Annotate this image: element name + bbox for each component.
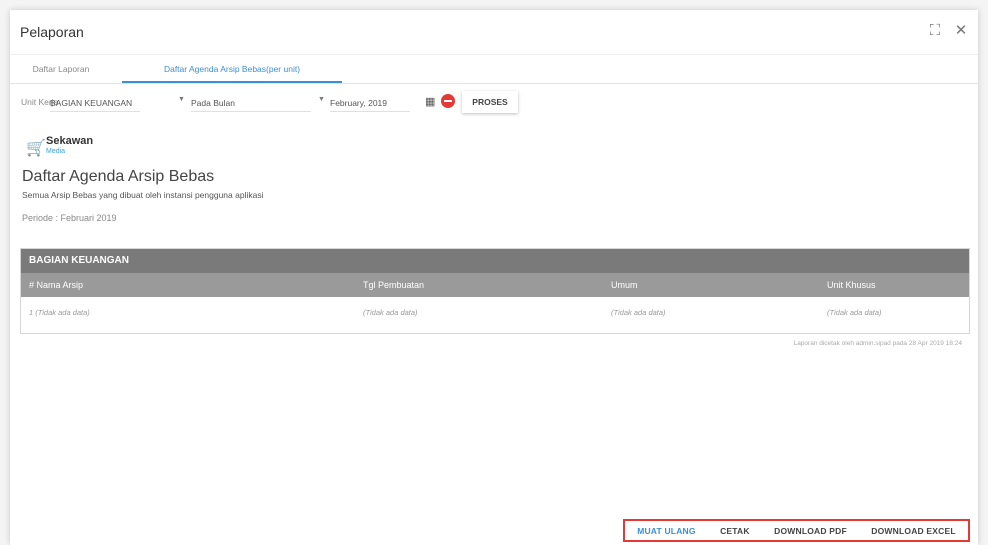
- logo-mark-icon: 🛒: [26, 140, 46, 157]
- dialog-title: Pelaporan: [20, 24, 84, 40]
- periode-type-value: Pada Bulan: [191, 98, 235, 108]
- close-icon[interactable]: ✕: [952, 22, 970, 40]
- tab-daftar-laporan[interactable]: Daftar Laporan: [16, 55, 106, 83]
- logo-subtitle: Media: [46, 148, 66, 155]
- month-input[interactable]: February, 2019: [330, 95, 410, 112]
- report-dialog: Pelaporan ⛶ ✕ Daftar Laporan Daftar Agen…: [10, 10, 978, 545]
- report-heading: Daftar Agenda Arsip Bebas: [22, 168, 215, 185]
- table-row: 1 (Tidak ada data) (Tidak ada data) (Tid…: [21, 305, 969, 321]
- window-controls: ⛶ ✕: [926, 22, 970, 40]
- column-umum: Umum: [611, 280, 638, 290]
- tab-daftar-agenda-arsip-bebas[interactable]: Daftar Agenda Arsip Bebas(per unit): [122, 55, 342, 83]
- cell-nama-arsip: 1 (Tidak ada data): [29, 308, 90, 317]
- action-bar: MUAT ULANG CETAK DOWNLOAD PDF DOWNLOAD E…: [623, 519, 970, 542]
- report-periode: Periode : Februari 2019: [22, 213, 117, 223]
- report-subtitle: Semua Arsip Bebas yang dibuat oleh insta…: [22, 190, 264, 200]
- unit-kerja-dropdown-icon[interactable]: ▼: [178, 96, 185, 103]
- download-excel-button[interactable]: DOWNLOAD EXCEL: [871, 526, 956, 536]
- unit-kerja-value: BAGIAN KEUANGAN: [50, 98, 133, 108]
- periode-type-dropdown-icon[interactable]: ▼: [318, 96, 325, 103]
- cell-umum: (Tidak ada data): [611, 308, 666, 317]
- month-value: February, 2019: [330, 98, 388, 108]
- periode-type-select[interactable]: Pada Bulan: [191, 95, 311, 112]
- unit-kerja-select[interactable]: BAGIAN KEUANGAN: [50, 95, 140, 112]
- company-logo: 🛒 Sekawan Media: [24, 132, 134, 162]
- maximize-icon[interactable]: ⛶: [926, 22, 944, 40]
- group-header: BAGIAN KEUANGAN: [21, 249, 969, 273]
- dialog-titlebar: Pelaporan ⛶ ✕: [10, 10, 978, 55]
- tab-bar: Daftar Laporan Daftar Agenda Arsip Bebas…: [10, 55, 978, 84]
- cell-unit-khusus: (Tidak ada data): [827, 308, 882, 317]
- filter-bar: Unit Kerja BAGIAN KEUANGAN ▼ Pada Bulan …: [10, 90, 978, 116]
- column-header-row: # Nama Arsip Tgl Pembuatan Umum Unit Khu…: [21, 273, 969, 297]
- column-nama-arsip: # Nama Arsip: [29, 280, 84, 290]
- cetak-button[interactable]: CETAK: [720, 526, 750, 536]
- column-tgl-pembuatan: Tgl Pembuatan: [363, 280, 425, 290]
- report-footnote: Laporan dicetak oleh admin.sipad pada 28…: [793, 340, 962, 347]
- clear-icon[interactable]: [441, 94, 455, 108]
- calendar-icon[interactable]: ▦: [425, 95, 437, 109]
- cell-tgl-pembuatan: (Tidak ada data): [363, 308, 418, 317]
- logo-name: Sekawan: [46, 135, 94, 147]
- report-table: BAGIAN KEUANGAN # Nama Arsip Tgl Pembuat…: [20, 248, 970, 334]
- column-unit-khusus: Unit Khusus: [827, 280, 876, 290]
- muat-ulang-button[interactable]: MUAT ULANG: [637, 526, 696, 536]
- download-pdf-button[interactable]: DOWNLOAD PDF: [774, 526, 847, 536]
- proses-button[interactable]: PROSES: [462, 91, 518, 113]
